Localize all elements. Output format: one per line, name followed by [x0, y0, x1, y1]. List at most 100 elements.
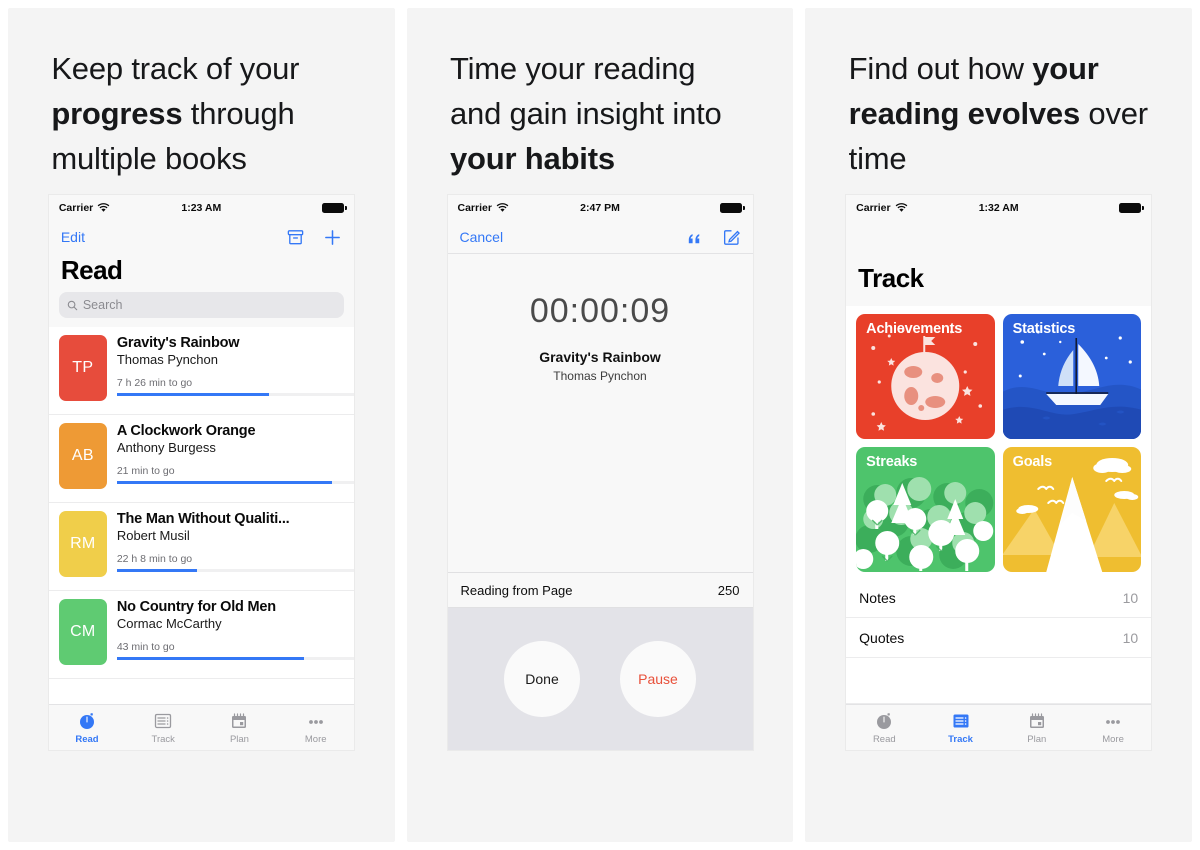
- status-bar-3: Carrier 1:32 AM: [846, 195, 1152, 221]
- wifi-icon: [97, 203, 110, 212]
- cancel-button[interactable]: Cancel: [460, 229, 504, 245]
- card-label: Statistics: [1012, 321, 1076, 337]
- book-time-remaining: 21 min to go: [116, 465, 175, 477]
- track-screen: Achievements Statistics Streaks Goals No…: [846, 306, 1152, 704]
- book-title: The Man Without Qualiti...: [116, 511, 290, 527]
- carrier-label-2: Carrier: [457, 202, 492, 214]
- book-author: Thomas Pynchon: [116, 352, 218, 367]
- row-value: 10: [1122, 629, 1139, 646]
- table-row[interactable]: TP Gravity's Rainbow Thomas Pynchon 7 h …: [48, 327, 354, 415]
- app-store-screenshot-board: Keep track of your progress through mult…: [0, 0, 1200, 850]
- card-achievements[interactable]: Achievements: [856, 314, 995, 439]
- status-bar-2: Carrier 2:47 PM: [447, 195, 753, 221]
- tab-read[interactable]: Read: [846, 705, 922, 750]
- tab-label: Track: [948, 733, 973, 745]
- row-label: Quotes: [859, 629, 905, 646]
- book-cover: AB: [58, 423, 107, 489]
- panel-track: Find out how your reading evolves over t…: [805, 8, 1193, 842]
- status-time-3: 1:32 AM: [978, 202, 1019, 214]
- progress-track: [116, 481, 354, 484]
- pause-button[interactable]: Pause: [620, 641, 696, 717]
- book-time-remaining: 43 min to go: [116, 641, 175, 653]
- timer-icon: [77, 711, 97, 731]
- tab-bar-3[interactable]: Read Track Plan More: [846, 704, 1152, 750]
- quotes-icon[interactable]: [685, 228, 704, 247]
- book-cover: RM: [58, 511, 107, 577]
- row-value: 10: [1122, 589, 1139, 606]
- tab-label: Track: [151, 733, 175, 745]
- tab-bar-1[interactable]: Read Track Plan More: [48, 704, 354, 750]
- ellipsis-icon: [1103, 711, 1123, 731]
- progress-fill: [116, 393, 269, 396]
- panel-timer: Time your reading and gain insight into …: [406, 8, 794, 842]
- list-icon: [951, 711, 971, 731]
- tab-track[interactable]: Track: [125, 705, 201, 750]
- tab-plan[interactable]: Plan: [999, 705, 1075, 750]
- headline-1: Keep track of your progress through mult…: [51, 46, 351, 181]
- list-icon: [153, 711, 173, 731]
- tab-label: More: [304, 733, 327, 745]
- headline-3: Find out how your reading evolves over t…: [849, 46, 1149, 181]
- archive-box-icon[interactable]: [286, 228, 305, 247]
- progress-track: [116, 569, 354, 572]
- tab-more[interactable]: More: [278, 705, 354, 750]
- battery-icon: [720, 203, 746, 213]
- list-filler: [846, 658, 1152, 704]
- search-input[interactable]: Search: [58, 292, 344, 318]
- card-statistics[interactable]: Statistics: [1002, 314, 1142, 439]
- row-label: Notes: [859, 589, 896, 606]
- tab-plan[interactable]: Plan: [201, 705, 277, 750]
- tab-read[interactable]: Read: [49, 705, 125, 750]
- tab-more[interactable]: More: [1075, 705, 1151, 750]
- device-read: Carrier 1:23 AM Edit Read Search TP Grav…: [48, 195, 354, 750]
- headline-3-pre: Find out how: [848, 51, 1033, 86]
- table-row[interactable]: CM No Country for Old Men Cormac McCarth…: [48, 591, 354, 679]
- book-author: Anthony Burgess: [116, 440, 216, 455]
- progress-fill: [116, 569, 198, 572]
- tab-label: Plan: [229, 733, 249, 745]
- card-label: Streaks: [866, 454, 918, 470]
- timer-screen: 00:00:09 Gravity's Rainbow Thomas Pyncho…: [447, 253, 753, 608]
- book-cover: TP: [58, 335, 107, 401]
- compose-icon[interactable]: [722, 228, 741, 247]
- nav-bar-read: Edit: [48, 221, 354, 253]
- plus-icon[interactable]: [323, 228, 342, 247]
- done-button[interactable]: Done: [504, 641, 580, 717]
- tab-label: Read: [75, 733, 99, 745]
- search-icon: [67, 300, 78, 310]
- list-item[interactable]: Quotes 10: [846, 618, 1152, 658]
- book-list[interactable]: TP Gravity's Rainbow Thomas Pynchon 7 h …: [48, 327, 354, 704]
- status-time-2: 2:47 PM: [580, 202, 620, 214]
- headline-2-pre: Time your reading and gain insight into: [450, 51, 722, 131]
- book-title: A Clockwork Orange: [116, 423, 256, 439]
- progress-fill: [116, 481, 333, 484]
- page-label: Reading from Page: [460, 582, 573, 598]
- table-row[interactable]: RM The Man Without Qualiti... Robert Mus…: [48, 503, 354, 591]
- status-time-1: 1:23 AM: [181, 202, 222, 214]
- battery-icon: [321, 203, 347, 213]
- progress-fill: [116, 657, 305, 660]
- search-placeholder: Search: [82, 298, 123, 312]
- edit-button[interactable]: Edit: [61, 229, 85, 245]
- page-title-track: Track: [846, 253, 1152, 306]
- device-timer: Carrier 2:47 PM Cancel 00:00:09 Gravity'…: [447, 195, 753, 750]
- carrier-label-1: Carrier: [58, 202, 94, 214]
- ellipsis-icon: [306, 711, 326, 731]
- book-author: Cormac McCarthy: [116, 616, 222, 631]
- reading-from-page-row[interactable]: Reading from Page 250: [447, 572, 753, 608]
- timer-icon: [874, 711, 894, 731]
- track-card-grid: Achievements Statistics Streaks Goals: [846, 306, 1151, 578]
- list-item[interactable]: Notes 10: [846, 578, 1152, 618]
- wifi-icon: [496, 203, 509, 212]
- card-streaks[interactable]: Streaks: [856, 447, 995, 572]
- card-goals[interactable]: Goals: [1002, 447, 1142, 572]
- card-label: Goals: [1012, 454, 1052, 470]
- tab-track[interactable]: Track: [922, 705, 998, 750]
- book-author: Robert Musil: [116, 528, 190, 543]
- book-title: Gravity's Rainbow: [116, 335, 240, 351]
- table-row[interactable]: AB A Clockwork Orange Anthony Burgess 21…: [48, 415, 354, 503]
- nav-bar-timer: Cancel: [447, 221, 753, 253]
- book-initials: AB: [71, 447, 94, 464]
- page-value[interactable]: 250: [718, 583, 740, 598]
- book-time-remaining: 22 h 8 min to go: [116, 553, 193, 565]
